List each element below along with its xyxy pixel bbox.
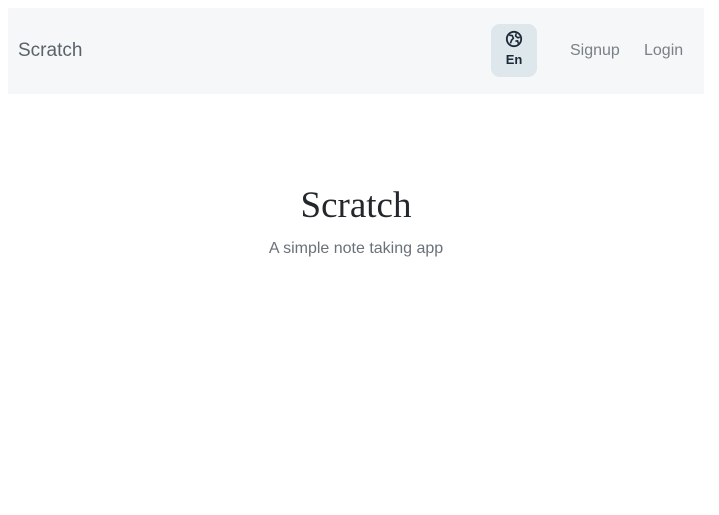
navbar: Scratch En Signup Login [8, 8, 704, 94]
language-selector-button[interactable]: En [491, 24, 537, 77]
hero-subtitle: A simple note taking app [268, 240, 444, 257]
hero-title: Scratch [300, 185, 412, 226]
language-label: En [505, 52, 523, 67]
login-link[interactable]: Login [644, 8, 683, 94]
globe-icon [505, 30, 523, 48]
brand-link[interactable]: Scratch [18, 8, 82, 94]
signup-link[interactable]: Signup [570, 8, 620, 94]
